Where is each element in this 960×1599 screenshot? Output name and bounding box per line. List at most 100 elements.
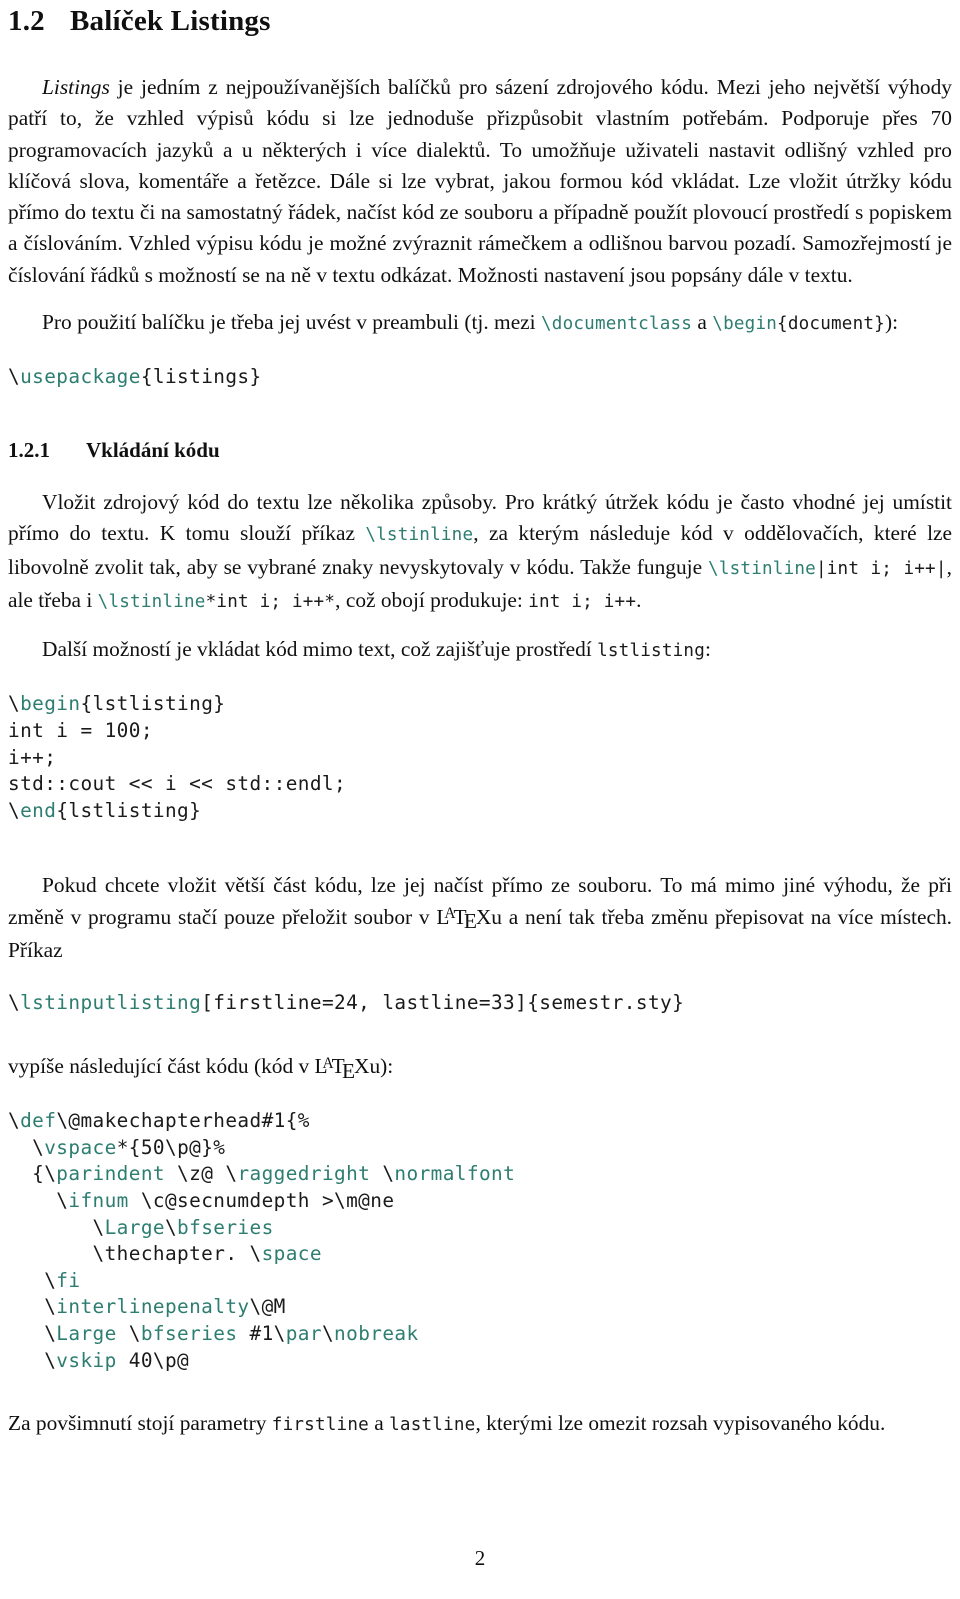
code-text: \ <box>8 1215 105 1239</box>
code-text: z@ <box>189 1162 214 1186</box>
text-run: u): <box>369 1053 394 1078</box>
code-text: \ <box>8 1188 69 1212</box>
code-text: }% <box>201 1135 226 1159</box>
code-text: #1 <box>237 1321 274 1345</box>
document-page: 1.2 Balíček Listings Listings je jedním z… <box>0 0 960 1599</box>
backslash: \ <box>8 991 21 1015</box>
code-line-increment: i++; <box>8 745 57 769</box>
text-run: Pro použití balíčku je třeba jej uvést v… <box>42 310 541 335</box>
code-text: \ <box>56 1109 69 1133</box>
code-keyword-lstinputlisting: lstinputlisting <box>20 991 202 1015</box>
code-keyword: bfseries <box>177 1215 274 1239</box>
code-keyword: normalfont <box>394 1162 516 1186</box>
code-block-lstlisting: \begin{lstlisting} int i = 100; i++; std… <box>8 691 952 824</box>
code-lastline: lastline <box>389 1415 476 1436</box>
code-output-sample: int i; i++ <box>528 591 637 612</box>
code-keyword: def <box>20 1109 57 1133</box>
paragraph-lstinline: Vložit zdrojový kód do textu lze několik… <box>8 487 952 618</box>
code-keyword: vskip <box>56 1348 117 1372</box>
text-run: : <box>705 637 711 662</box>
text-run: , kterými lze omezit rozsah vypisovaného… <box>475 1411 886 1436</box>
code-firstline: firstline <box>271 1415 369 1436</box>
code-keyword-begin: begin <box>20 692 81 716</box>
code-document-arg: {document} <box>777 314 885 335</box>
code-line-cout: std::cout << i << std::endl; <box>8 772 347 796</box>
code-text: \ <box>8 1295 57 1319</box>
code-text: \ <box>8 1242 105 1266</box>
paragraph-output-intro: vypíše následující část kódu (kód v LATE… <box>8 1051 952 1084</box>
text-run: a <box>692 310 713 335</box>
lead-italic-word: Listings <box>42 75 110 99</box>
code-lstinline-2-arg: |int i; i++| <box>815 558 947 579</box>
code-text: \ <box>213 1162 238 1186</box>
code-lstinline-3: \lstinline <box>97 591 206 612</box>
code-text: \ <box>249 1295 262 1319</box>
code-arg-begin: {lstlisting} <box>80 692 226 716</box>
paragraph-preamble: Pro použití balíčku je třeba jej uvést v… <box>8 307 952 340</box>
paragraph-intro-text: je jedním z nejpoužívanějších balíčků pr… <box>8 75 952 287</box>
code-text: \ <box>164 1162 190 1186</box>
backslash: \ <box>8 365 21 389</box>
code-text: \ <box>164 1135 178 1159</box>
code-keyword: ifnum <box>68 1188 129 1212</box>
code-text: . \ <box>225 1242 262 1266</box>
code-text: thechapter <box>104 1242 226 1266</box>
page-number: 2 <box>474 1546 486 1570</box>
code-text: \ <box>321 1321 335 1345</box>
code-keyword-usepackage: usepackage <box>20 365 141 389</box>
subsection-title-text: Vkládání kódu <box>86 437 220 462</box>
code-text: \ <box>164 1215 178 1239</box>
code-keyword: parindent <box>56 1162 165 1186</box>
code-text: c@secnumdepth <box>152 1188 310 1212</box>
code-keyword: vspace <box>44 1135 117 1159</box>
code-keyword: Large <box>56 1321 117 1345</box>
code-lstinline-2: \lstinline <box>708 558 816 579</box>
code-lstlisting-name: lstlisting <box>597 641 706 662</box>
code-arg-lstinputlisting: [firstline=24, lastline=33]{semestr.sty} <box>201 991 685 1015</box>
code-block-makechapterhead: \def\@makechapterhead#1{% \vspace*{50\p@… <box>8 1108 952 1374</box>
code-text: \ <box>128 1188 153 1212</box>
code-keyword: par <box>285 1321 322 1345</box>
code-text: *{50 <box>116 1135 165 1159</box>
code-text: \ <box>8 1135 45 1159</box>
text-run: a <box>368 1411 390 1436</box>
code-text: \ <box>370 1162 395 1186</box>
page-content: 1.2 Balíček Listings Listings je jedním z… <box>8 0 952 1441</box>
code-arg-end: {lstlisting} <box>56 798 202 822</box>
latex-logo: LATEX <box>314 1053 370 1083</box>
text-run: , což obojí produkuje: <box>335 587 529 612</box>
section-heading: 1.2 Balíček Listings <box>8 4 952 38</box>
paragraph-params: Za povšimnutí stojí parametry firstline … <box>8 1408 952 1441</box>
section-title-text: Balíček Listings <box>70 5 271 37</box>
text-run: Další možností je vkládat kód mimo text,… <box>42 637 598 662</box>
text-run: vypíše následující část kódu (kód v <box>8 1053 315 1078</box>
code-keyword: interlinepenalty <box>56 1295 250 1319</box>
code-begin: \begin <box>712 314 778 335</box>
code-block-lstinputlisting: \lstinputlisting[firstline=24, lastline=… <box>8 990 952 1017</box>
subsection-number: 1.2.1 <box>8 437 50 462</box>
section-number: 1.2 <box>8 5 45 37</box>
code-text: @makechapterhead <box>68 1109 262 1133</box>
code-text: \ <box>8 1348 57 1372</box>
code-text: \ <box>116 1321 141 1345</box>
code-lstinline-1: \lstinline <box>365 525 474 546</box>
backslash: \ <box>8 692 21 716</box>
code-keyword: raggedright <box>237 1162 371 1186</box>
code-text: \ <box>8 1109 21 1133</box>
code-keyword: space <box>261 1242 322 1266</box>
code-keyword: nobreak <box>334 1321 419 1345</box>
code-lstinline-3-arg: *int i; i++* <box>205 591 336 612</box>
code-arg: {listings} <box>140 365 262 389</box>
code-text: \ <box>8 1321 57 1345</box>
